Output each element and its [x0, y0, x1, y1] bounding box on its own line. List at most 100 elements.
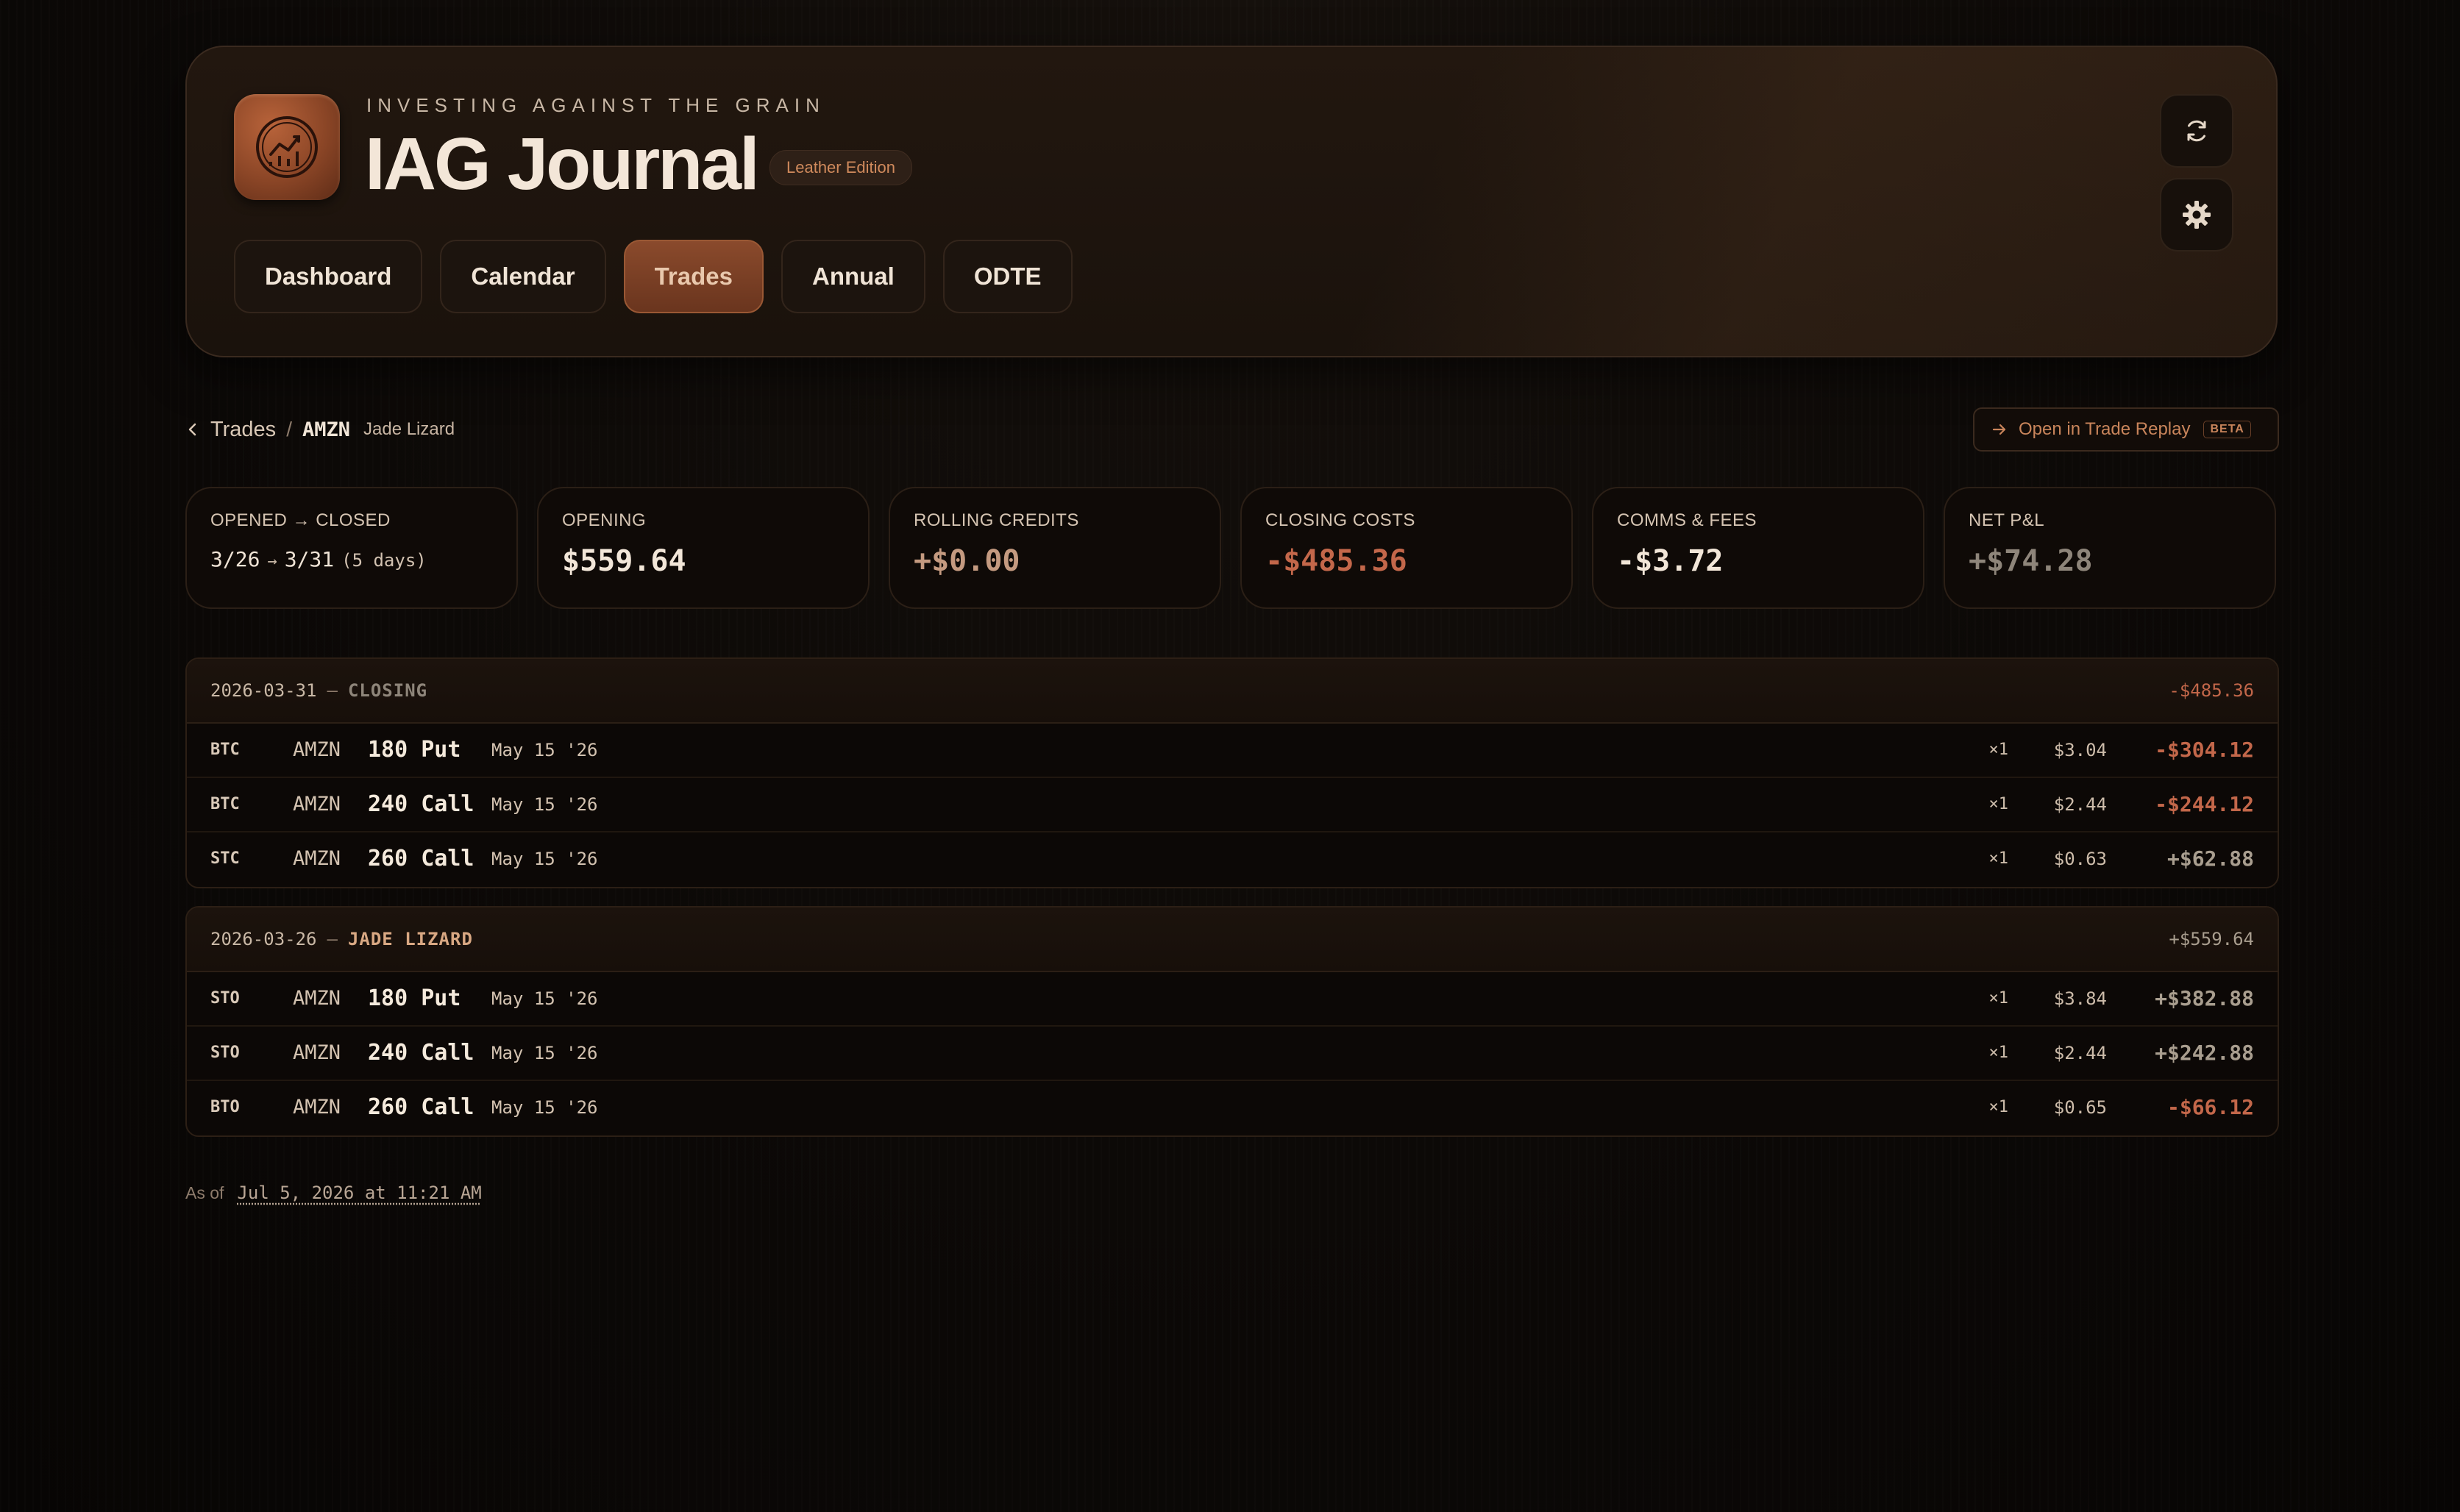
breadcrumb: Trades / AMZN Jade Lizard [187, 415, 455, 444]
group-dash: – [327, 680, 338, 701]
leg-qty: ×1 [1988, 989, 2009, 1008]
leg-strike: 260 Call [368, 846, 474, 871]
group-header: 2026-03-31 – CLOSING -$485.36 [187, 659, 2278, 724]
leg-action: BTC [210, 795, 240, 813]
leg-expiry: May 15 '26 [491, 849, 598, 869]
leg-price: $0.65 [2053, 1097, 2107, 1118]
settings-button[interactable] [2160, 178, 2233, 252]
leg-strike: 240 Call [368, 791, 474, 817]
stat-label: OPENING [562, 510, 647, 530]
nav-tab-trades[interactable]: Trades [623, 240, 764, 313]
trade-group-opening: 2026-03-26 – JADE LIZARD +$559.64 STO AM… [185, 906, 2279, 1137]
group-header: 2026-03-26 – JADE LIZARD +$559.64 [187, 907, 2278, 972]
leg-qty: ×1 [1988, 741, 2009, 759]
arrow-right-icon [1992, 424, 2006, 435]
trade-leg-row: BTO AMZN 260 Call May 15 '26 ×1 $0.65 -$… [187, 1081, 2278, 1135]
breadcrumb-trades-label: Trades [210, 417, 277, 441]
leg-action: STO [210, 989, 240, 1008]
duration-days: (5 days) [341, 550, 427, 571]
leg-amount: -$66.12 [2166, 1095, 2254, 1119]
stat-card-dates: OPENED → CLOSED 3/26 → 3/31 (5 days) [185, 487, 518, 609]
trade-leg-row: BTC AMZN 240 Call May 15 '26 ×1 $2.44 -$… [187, 778, 2278, 832]
stat-card-closing-costs: CLOSING COSTS -$485.36 [1240, 487, 1573, 609]
trade-summary-stats: OPENED → CLOSED 3/26 → 3/31 (5 days) OPE… [185, 487, 2276, 609]
group-type: JADE LIZARD [347, 929, 473, 949]
leg-price: $3.04 [2053, 740, 2107, 760]
leg-price: $0.63 [2053, 849, 2107, 869]
leg-symbol: AMZN [293, 1041, 341, 1064]
leg-qty: ×1 [1988, 1044, 2009, 1062]
stat-value: -$485.36 [1265, 544, 1407, 578]
stat-label: NET P&L [1969, 510, 2045, 530]
trade-group-closing: 2026-03-31 – CLOSING -$485.36 BTC AMZN 1… [185, 657, 2279, 888]
stat-card-opening: OPENING $559.64 [537, 487, 870, 609]
refresh-icon [2187, 120, 2206, 142]
settings-gear-icon [2183, 201, 2211, 229]
leg-expiry: May 15 '26 [491, 1043, 598, 1063]
app-title: IAG Journal [365, 123, 760, 205]
edition-badge: Leather Edition [769, 150, 912, 185]
stat-label: ROLLING CREDITS [914, 510, 1079, 530]
leg-price: $3.84 [2053, 988, 2107, 1009]
leg-expiry: May 15 '26 [491, 794, 598, 815]
stat-value: $559.64 [562, 544, 686, 578]
leg-expiry: May 15 '26 [491, 1097, 598, 1118]
nav-tab-dashboard[interactable]: Dashboard [234, 240, 423, 313]
leg-action: STC [210, 849, 240, 868]
leg-strike: 260 Call [368, 1094, 474, 1120]
as-of-value[interactable]: Jul 5, 2026 at 11:21 AM [237, 1183, 481, 1203]
stat-label: COMMS & FEES [1617, 510, 1757, 530]
nav-tab-annual[interactable]: Annual [781, 240, 925, 313]
as-of-label: As of [185, 1183, 224, 1202]
leg-action: BTO [210, 1098, 240, 1116]
group-date: 2026-03-31 [210, 680, 317, 701]
trade-leg-row: STO AMZN 240 Call May 15 '26 ×1 $2.44 +$… [187, 1027, 2278, 1081]
trade-leg-row: BTC AMZN 180 Put May 15 '26 ×1 $3.04 -$3… [187, 724, 2278, 778]
group-total: +$559.64 [2169, 929, 2254, 949]
stat-value: +$74.28 [1969, 544, 2093, 578]
stat-label: CLOSING COSTS [1265, 510, 1415, 530]
nav-tab-odte[interactable]: ODTE [942, 240, 1073, 313]
leg-price: $2.44 [2053, 1043, 2107, 1063]
leg-qty: ×1 [1988, 795, 2009, 813]
stat-card-net-pnl: NET P&L +$74.28 [1944, 487, 2276, 609]
closed-date: 3/31 [284, 547, 335, 571]
opened-date: 3/26 [210, 547, 260, 571]
leg-expiry: May 15 '26 [491, 988, 598, 1009]
stat-value: +$0.00 [914, 544, 1020, 578]
refresh-button[interactable] [2160, 94, 2233, 168]
app-logo [234, 94, 340, 200]
chart-badge-icon [256, 116, 318, 178]
leg-strike: 240 Call [368, 1040, 474, 1066]
trade-leg-row: STO AMZN 180 Put May 15 '26 ×1 $3.84 +$3… [187, 972, 2278, 1027]
breadcrumb-separator: / [286, 418, 292, 441]
leg-strike: 180 Put [368, 985, 461, 1011]
trade-leg-row: STC AMZN 260 Call May 15 '26 ×1 $0.63 +$… [187, 832, 2278, 887]
group-type: CLOSING [347, 680, 428, 701]
leg-action: BTC [210, 741, 240, 759]
leg-amount: +$242.88 [2155, 1041, 2254, 1065]
stat-value: -$3.72 [1617, 544, 1724, 578]
group-total: -$485.36 [2169, 680, 2254, 701]
main-nav: Dashboard Calendar Trades Annual ODTE [234, 240, 1073, 313]
stat-card-rolling-credits: ROLLING CREDITS +$0.00 [889, 487, 1221, 609]
nav-tab-calendar[interactable]: Calendar [440, 240, 606, 313]
leg-amount: -$304.12 [2155, 738, 2254, 762]
group-dash: – [327, 929, 338, 949]
leg-expiry: May 15 '26 [491, 740, 598, 760]
leg-qty: ×1 [1988, 1098, 2009, 1116]
group-date: 2026-03-26 [210, 929, 317, 949]
leg-action: STO [210, 1044, 240, 1062]
as-of-timestamp: As of Jul 5, 2026 at 11:21 AM [185, 1183, 482, 1203]
stat-label: OPENED → CLOSED [210, 510, 391, 530]
leg-symbol: AMZN [293, 1096, 341, 1119]
breadcrumb-symbol: AMZN [302, 418, 350, 441]
leg-symbol: AMZN [293, 793, 341, 816]
leg-qty: ×1 [1988, 849, 2009, 868]
leg-amount: -$244.12 [2155, 792, 2254, 816]
back-to-trades-link[interactable]: Trades [187, 418, 276, 442]
range-arrow: → [267, 552, 277, 571]
open-trade-replay-button[interactable]: Open in Trade Replay BETA [1973, 407, 2279, 452]
beta-badge: BETA [2203, 421, 2251, 438]
chevron-left-icon [188, 423, 196, 436]
